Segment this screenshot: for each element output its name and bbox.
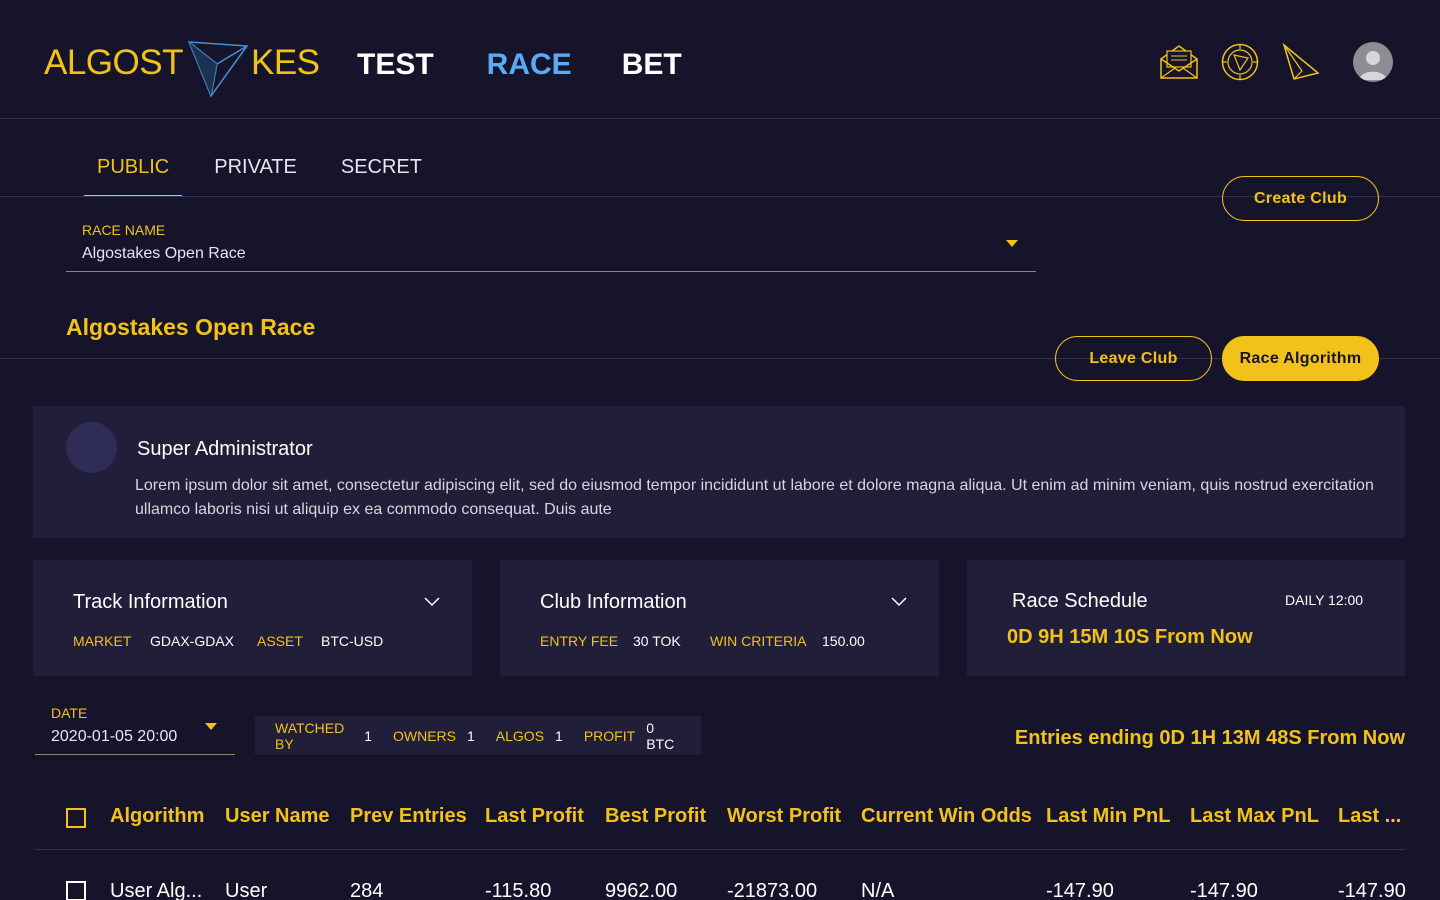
dropdown-caret-icon: [205, 723, 217, 730]
send-icon[interactable]: [1281, 42, 1321, 82]
table-cell: User Alg...: [110, 880, 203, 900]
entry-fee-label: ENTRY FEE: [540, 633, 619, 649]
table-cell: -147.90: [1190, 880, 1258, 900]
club-information-title: Club Information: [540, 591, 687, 613]
race-name-value: Algostakes Open Race: [82, 245, 246, 262]
track-information-title: Track Information: [73, 591, 228, 613]
column-header[interactable]: Current Win Odds: [861, 805, 1032, 828]
table-cell: 284: [350, 880, 384, 900]
table-cell: 9962.00: [605, 880, 678, 900]
table-cell: N/A: [861, 880, 895, 900]
algos-value: 1: [555, 727, 563, 744]
market-field: MARKET: [73, 633, 131, 649]
tab-secret[interactable]: SECRET: [328, 140, 435, 197]
race-name-label: RACE NAME: [82, 222, 166, 238]
nav-race[interactable]: RACE: [487, 46, 572, 84]
main-nav: TEST RACE BET: [357, 46, 682, 84]
market-value-wrap: GDAX-GDAX: [150, 633, 234, 649]
app-header: ALGOST KES TEST RACE BET: [0, 0, 1440, 119]
entry-fee-value: 30 TOK: [633, 633, 681, 649]
track-information-card[interactable]: Track Information MARKET GDAX-GDAX ASSET…: [33, 560, 472, 676]
club-information-card[interactable]: Club Information ENTRY FEE 30 TOK WIN CR…: [500, 560, 939, 676]
table-row[interactable]: User Alg... User 284 -115.80 9962.00 -21…: [35, 862, 1406, 900]
race-algorithm-button[interactable]: Race Algorithm: [1222, 336, 1379, 381]
win-criteria-field: WIN CRITERIA: [710, 633, 806, 649]
tab-public[interactable]: PUBLIC: [84, 140, 183, 197]
race-schedule-title: Race Schedule: [1012, 590, 1148, 612]
row-checkbox[interactable]: [66, 881, 86, 900]
admin-description: Lorem ipsum dolor sit amet, consectetur …: [135, 477, 1374, 518]
column-header[interactable]: Prev Entries: [350, 805, 467, 828]
column-header[interactable]: Worst Profit: [727, 805, 841, 828]
coin-icon[interactable]: [1220, 42, 1260, 82]
market-value: GDAX-GDAX: [150, 633, 235, 649]
algostakes-logo[interactable]: ALGOST KES: [44, 40, 320, 100]
race-name-select[interactable]: RACE NAME Algostakes Open Race: [66, 214, 1036, 272]
race-schedule-card: Race Schedule DAILY 12:00 0D 9H 15M 10S …: [967, 560, 1405, 676]
column-header[interactable]: Last Min PnL: [1046, 805, 1170, 828]
race-title: Algostakes Open Race: [66, 314, 316, 340]
logo-text-left: ALGOST: [44, 43, 183, 82]
asset-value-wrap: BTC-USD: [321, 633, 383, 649]
win-criteria-value-wrap: 150.00: [822, 633, 865, 649]
table-cell: -115.80: [485, 880, 552, 900]
admin-name: Super Administrator: [137, 438, 313, 460]
chevron-down-icon[interactable]: [891, 597, 907, 607]
table-cell: -21873.00: [727, 880, 818, 900]
entry-fee-field: ENTRY FEE: [540, 633, 618, 649]
logo-text-right: KES: [250, 43, 320, 82]
column-header[interactable]: Last ...: [1338, 805, 1401, 828]
nav-bet[interactable]: BET: [622, 46, 682, 84]
header-icons: [1159, 42, 1393, 82]
column-header[interactable]: Algorithm: [110, 805, 204, 828]
race-frequency: DAILY 12:00: [1285, 592, 1364, 608]
column-header[interactable]: Best Profit: [605, 805, 706, 828]
logo-crystal-icon: [187, 41, 249, 98]
algos-label: ALGOS: [495, 727, 545, 744]
date-value: 2020-01-05 20:00: [51, 728, 178, 745]
select-all-checkbox[interactable]: [66, 808, 86, 828]
mail-icon[interactable]: [1159, 42, 1199, 82]
leave-club-button[interactable]: Leave Club: [1055, 336, 1212, 381]
profit-label: PROFIT: [583, 727, 636, 744]
watched-by-label: WATCHED BY: [275, 719, 345, 752]
asset-label: ASSET: [257, 633, 303, 649]
date-label: DATE: [51, 705, 88, 721]
owners-value: 1: [467, 727, 475, 744]
asset-value: BTC-USD: [321, 633, 384, 649]
user-avatar[interactable]: [1353, 42, 1393, 82]
nav-test[interactable]: TEST: [357, 46, 434, 84]
watched-by-value: 1: [364, 727, 372, 744]
table-cell: -147.90: [1046, 880, 1114, 900]
column-header[interactable]: User Name: [225, 805, 330, 828]
asset-field: ASSET: [257, 633, 303, 649]
race-stats-bar: WATCHED BY 1 OWNERS 1 ALGOS 1 PROFIT 0 B…: [255, 716, 701, 755]
club-type-tabs: PUBLIC PRIVATE SECRET: [84, 140, 435, 197]
market-label: MARKET: [73, 633, 132, 649]
table-header: Algorithm User Name Prev Entries Last Pr…: [35, 790, 1405, 850]
admin-avatar: [66, 422, 117, 473]
chevron-down-icon[interactable]: [424, 597, 440, 607]
column-header[interactable]: Last Max PnL: [1190, 805, 1319, 828]
admin-card: Super Administrator Lorem ipsum dolor si…: [33, 406, 1405, 538]
tab-private[interactable]: PRIVATE: [201, 140, 310, 197]
table-cell: User: [225, 880, 268, 900]
table-cell: -147.90: [1338, 880, 1406, 900]
profit-value: 0 BTC: [646, 719, 675, 752]
create-club-button[interactable]: Create Club: [1222, 176, 1379, 221]
entries-ending-countdown: Entries ending 0D 1H 13M 48S From Now: [1014, 727, 1405, 749]
date-select[interactable]: DATE 2020-01-05 20:00: [35, 696, 235, 755]
win-criteria-label: WIN CRITERIA: [710, 633, 807, 649]
entry-fee-value-wrap: 30 TOK: [633, 633, 681, 649]
column-header[interactable]: Last Profit: [485, 805, 584, 828]
win-criteria-value: 150.00: [822, 633, 865, 649]
dropdown-caret-icon: [1006, 240, 1018, 247]
race-countdown: 0D 9H 15M 10S From Now: [1007, 626, 1253, 648]
owners-label: OWNERS: [393, 727, 456, 744]
